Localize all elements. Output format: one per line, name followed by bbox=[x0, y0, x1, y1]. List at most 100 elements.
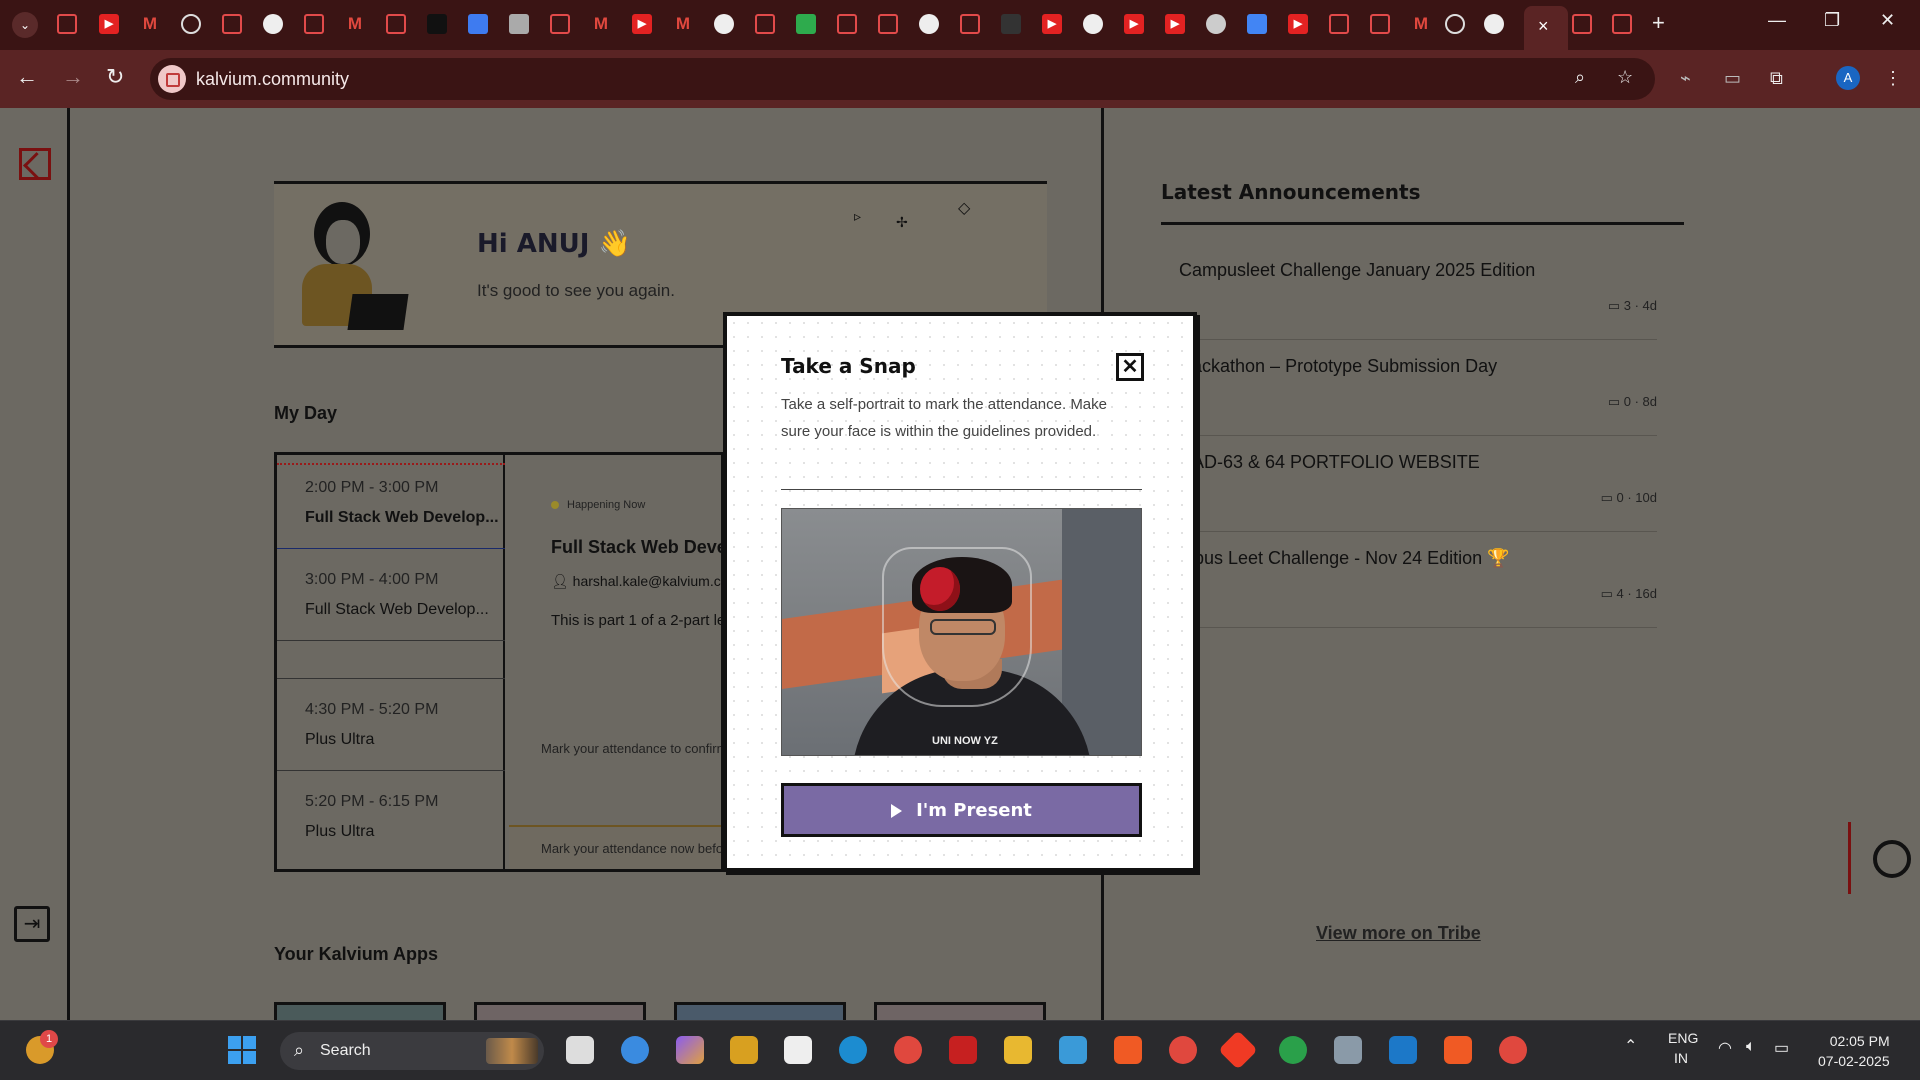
app-icon[interactable] bbox=[730, 1036, 758, 1064]
youtube-tab-icon[interactable]: ▶ bbox=[99, 14, 119, 34]
kalvium-tab-icon[interactable] bbox=[878, 14, 898, 34]
extension-icon[interactable]: ⌁ bbox=[1680, 68, 1691, 89]
edge-icon[interactable] bbox=[839, 1036, 867, 1064]
kalvium-tab-icon[interactable] bbox=[1329, 14, 1349, 34]
app-card[interactable] bbox=[674, 1002, 846, 1020]
app-card[interactable] bbox=[874, 1002, 1046, 1020]
kalvium-tab-icon[interactable] bbox=[755, 14, 775, 34]
github-tab-icon[interactable] bbox=[714, 14, 734, 34]
app-card[interactable] bbox=[274, 1002, 446, 1020]
brave-icon[interactable] bbox=[1114, 1036, 1142, 1064]
calculator-icon[interactable] bbox=[1334, 1036, 1362, 1064]
announcement-item[interactable]: Campusleet Challenge January 2025 Editio… bbox=[1161, 244, 1657, 340]
acrobat-icon[interactable] bbox=[949, 1036, 977, 1064]
gmail-tab-icon[interactable]: M bbox=[591, 14, 611, 34]
clock[interactable]: 02:05 PM 07-02-2025 bbox=[1818, 1031, 1890, 1071]
restore-icon[interactable]: ❐ bbox=[1824, 10, 1840, 31]
chrome-icon[interactable] bbox=[1499, 1036, 1527, 1064]
view-more-link[interactable]: View more on Tribe bbox=[1316, 923, 1481, 944]
app-tab-icon[interactable] bbox=[427, 14, 447, 34]
store-icon[interactable] bbox=[784, 1036, 812, 1064]
help-lifebuoy-icon[interactable] bbox=[1848, 822, 1920, 894]
wifi-icon[interactable]: ◠ bbox=[1718, 1038, 1732, 1058]
chatgpt-tab-icon[interactable] bbox=[181, 14, 201, 34]
github-tab-icon[interactable] bbox=[919, 14, 939, 34]
back-icon[interactable]: ← bbox=[16, 64, 38, 90]
im-present-button[interactable]: I'm Present bbox=[781, 783, 1142, 837]
kalvium-tab-icon[interactable] bbox=[837, 14, 857, 34]
announcement-item[interactable]: Hackathon – Prototype Submission Day ▭ 0… bbox=[1161, 340, 1657, 436]
kalvium-tab-icon[interactable] bbox=[222, 14, 242, 34]
youtube-tab-icon[interactable]: ▶ bbox=[632, 14, 652, 34]
chrome-icon[interactable] bbox=[1279, 1036, 1307, 1064]
logout-icon[interactable]: ⇥ bbox=[14, 906, 50, 942]
announcement-title[interactable]: Hackathon – Prototype Submission Day bbox=[1179, 356, 1497, 377]
kalvium-logo-icon[interactable] bbox=[19, 148, 51, 180]
more-menu-icon[interactable]: ⋮ bbox=[1884, 68, 1902, 89]
kalvium-tab-icon[interactable] bbox=[1612, 14, 1632, 34]
tab-search-chevron-icon[interactable]: ⌄ bbox=[12, 12, 38, 38]
file-explorer-icon[interactable] bbox=[1004, 1036, 1032, 1064]
app-tab-icon[interactable] bbox=[468, 14, 488, 34]
cc-tab-icon[interactable] bbox=[1001, 14, 1021, 34]
kalvium-tab-icon[interactable] bbox=[1572, 14, 1592, 34]
site-info-icon[interactable] bbox=[158, 65, 186, 93]
copilot-icon[interactable] bbox=[676, 1036, 704, 1064]
close-icon[interactable]: ✕ bbox=[1116, 353, 1144, 381]
language-label[interactable]: ENG bbox=[1668, 1030, 1698, 1046]
kalvium-tab-icon[interactable] bbox=[960, 14, 980, 34]
kalvium-tab-icon[interactable] bbox=[57, 14, 77, 34]
youtube-tab-icon[interactable]: ▶ bbox=[1124, 14, 1144, 34]
schedule-slot[interactable]: 3:00 PM - 4:00 PM Full Stack Web Develop… bbox=[277, 549, 505, 641]
task-view-icon[interactable] bbox=[566, 1036, 594, 1064]
gmail-tab-icon[interactable]: M bbox=[1411, 14, 1431, 34]
mute-icon[interactable]: 🔈︎ bbox=[1746, 1038, 1756, 1056]
zoom-icon[interactable]: ⌕ bbox=[1575, 67, 1585, 88]
announcement-item[interactable]: UAD-63 & 64 PORTFOLIO WEBSITE ▭ 0 · 10d bbox=[1161, 436, 1657, 532]
active-tab[interactable]: × bbox=[1524, 6, 1568, 50]
kalvium-tab-icon[interactable] bbox=[1370, 14, 1390, 34]
reload-icon[interactable]: ↻ bbox=[106, 64, 124, 90]
chrome-icon[interactable] bbox=[894, 1036, 922, 1064]
taskbar-search[interactable]: ⌕ Search bbox=[280, 1032, 544, 1070]
announcement-title[interactable]: mpus Leet Challenge - Nov 24 Edition 🏆 bbox=[1179, 548, 1510, 569]
windows-start-icon[interactable] bbox=[228, 1036, 256, 1064]
battery-icon[interactable]: ▭ bbox=[1774, 1038, 1789, 1058]
globe-tab-icon[interactable] bbox=[1206, 14, 1226, 34]
gmail-tab-icon[interactable]: M bbox=[140, 14, 160, 34]
kalvium-tab-icon[interactable] bbox=[304, 14, 324, 34]
docs-tab-icon[interactable] bbox=[1247, 14, 1267, 34]
app-tab-icon[interactable] bbox=[509, 14, 529, 34]
gmail-tab-icon[interactable]: M bbox=[673, 14, 693, 34]
profile-avatar[interactable]: A bbox=[1836, 66, 1860, 90]
drive-tab-icon[interactable] bbox=[796, 14, 816, 34]
youtube-tab-icon[interactable]: ▶ bbox=[1042, 14, 1062, 34]
github-tab-icon[interactable] bbox=[263, 14, 283, 34]
new-tab-icon[interactable]: + bbox=[1652, 10, 1665, 36]
region-label[interactable]: IN bbox=[1674, 1050, 1688, 1066]
bookmark-star-icon[interactable]: ☆ bbox=[1617, 67, 1633, 88]
github-tab-icon[interactable] bbox=[1083, 14, 1103, 34]
announcement-item[interactable]: mpus Leet Challenge - Nov 24 Edition 🏆 ▭… bbox=[1161, 532, 1657, 628]
announcement-title[interactable]: UAD-63 & 64 PORTFOLIO WEBSITE bbox=[1179, 452, 1480, 473]
minimize-icon[interactable]: — bbox=[1768, 10, 1786, 31]
youtube-tab-icon[interactable]: ▶ bbox=[1288, 14, 1308, 34]
chrome-profile-icon[interactable] bbox=[1169, 1036, 1197, 1064]
url-bar[interactable]: kalvium.community ⌕ ☆ bbox=[150, 58, 1655, 100]
brave-icon[interactable] bbox=[1444, 1036, 1472, 1064]
schedule-slot[interactable]: 4:30 PM - 5:20 PM Plus Ultra bbox=[277, 679, 505, 771]
kalvium-tab-icon[interactable] bbox=[550, 14, 570, 34]
edge-copilot-icon[interactable] bbox=[621, 1036, 649, 1064]
github-tab-icon[interactable] bbox=[1484, 14, 1504, 34]
close-window-icon[interactable]: ✕ bbox=[1880, 10, 1895, 31]
close-tab-icon[interactable]: × bbox=[1538, 16, 1549, 37]
gmail-tab-icon[interactable]: M bbox=[345, 14, 365, 34]
forward-icon[interactable]: → bbox=[62, 64, 84, 90]
schedule-slot[interactable]: 5:20 PM - 6:15 PM Plus Ultra bbox=[277, 771, 505, 863]
kalvium-tab-icon[interactable] bbox=[386, 14, 406, 34]
youtube-tab-icon[interactable]: ▶ bbox=[1165, 14, 1185, 34]
vscode-icon[interactable] bbox=[1389, 1036, 1417, 1064]
schedule-slot[interactable]: 2:00 PM - 3:00 PM Full Stack Web Develop… bbox=[277, 463, 505, 549]
url-text[interactable]: kalvium.community bbox=[196, 69, 349, 90]
notepad-icon[interactable] bbox=[1059, 1036, 1087, 1064]
